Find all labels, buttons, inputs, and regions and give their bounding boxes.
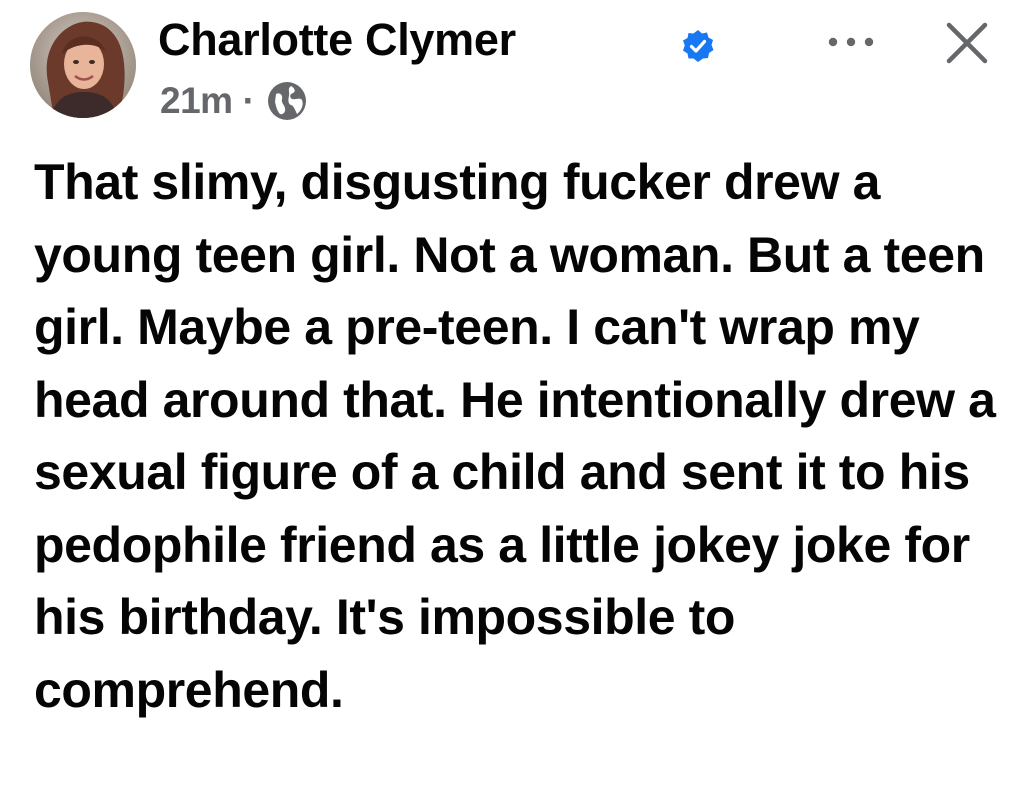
- post-card: Charlotte Clymer 21m · That slimy, disgu…: [0, 0, 1024, 812]
- meta-separator: ·: [242, 80, 255, 121]
- more-options-icon: [828, 37, 874, 47]
- globe-icon: [267, 82, 306, 120]
- avatar[interactable]: [30, 12, 136, 118]
- more-options-button[interactable]: [818, 20, 884, 64]
- post-timestamp[interactable]: 21m: [160, 80, 233, 122]
- close-button[interactable]: [936, 12, 998, 74]
- verified-badge-icon: [683, 30, 714, 62]
- post-meta: 21m ·: [160, 78, 307, 124]
- post-body-text: That slimy, disgusting fucker drew a you…: [34, 154, 996, 718]
- author-name[interactable]: Charlotte Clymer: [158, 10, 516, 70]
- close-icon: [946, 22, 988, 64]
